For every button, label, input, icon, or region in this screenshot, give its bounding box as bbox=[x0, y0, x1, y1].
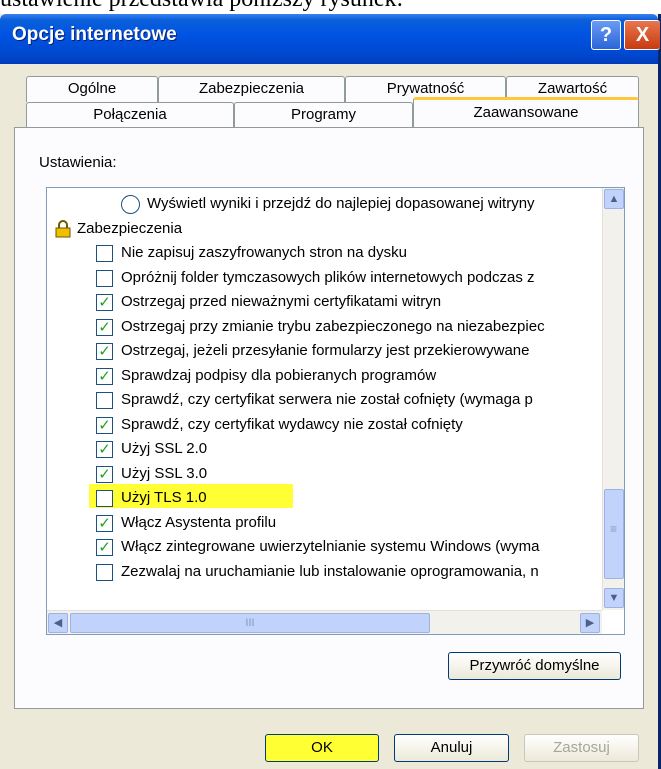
setting-checkbox-row[interactable]: ✓ Włącz Asystenta profilu bbox=[47, 510, 602, 536]
document-text: ustawienie przedstawia poniższy rysunek: bbox=[0, 0, 661, 12]
grip-icon: ≡ bbox=[610, 522, 618, 536]
setting-label: Zezwalaj na uruchamianie lub instalowani… bbox=[121, 562, 539, 580]
scroll-left-button[interactable]: ◀ bbox=[48, 613, 68, 633]
setting-checkbox-row[interactable]: ✓ Użyj SSL 3.0 bbox=[47, 461, 602, 487]
scroll-right-button[interactable]: ▶ bbox=[580, 613, 600, 633]
setting-group-header: Zabezpieczenia bbox=[47, 216, 602, 242]
setting-label: Opróżnij folder tymczasowych plików inte… bbox=[121, 268, 535, 286]
tab-programs[interactable]: Programy bbox=[234, 102, 413, 128]
radio-button[interactable] bbox=[121, 195, 140, 214]
setting-label: Sprawdź, czy certyfikat wydawcy nie zost… bbox=[121, 415, 463, 433]
internet-options-dialog: Opcje internetowe ? X Ogólne Zabezpiecze… bbox=[0, 14, 661, 769]
setting-label: Użyj TLS 1.0 bbox=[121, 489, 207, 506]
setting-label: Wyświetl wyniki i przejdź do najlepiej d… bbox=[147, 195, 535, 212]
close-button[interactable]: X bbox=[624, 20, 660, 50]
horizontal-scrollbar[interactable]: ◀ III ▶ bbox=[47, 610, 602, 634]
settings-list[interactable]: Wyświetl wyniki i przejdź do najlepiej d… bbox=[46, 187, 625, 635]
setting-checkbox-row[interactable]: Zezwalaj na uruchamianie lub instalowani… bbox=[47, 559, 602, 585]
help-button[interactable]: ? bbox=[591, 20, 621, 50]
setting-label: Sprawdzaj podpisy dla pobieranych progra… bbox=[121, 366, 437, 384]
setting-label: Użyj SSL 3.0 bbox=[121, 464, 208, 482]
scroll-down-button[interactable]: ▼ bbox=[604, 588, 624, 608]
setting-checkbox-row[interactable]: ✓ Ostrzegaj, jeżeli przesyłanie formularz… bbox=[47, 338, 602, 364]
checkbox-unchecked[interactable] bbox=[96, 269, 113, 287]
setting-checkbox-row[interactable]: ✓ Ostrzegaj przy zmianie trybu zabezpiecz… bbox=[47, 314, 602, 340]
tab-advanced[interactable]: Zaawansowane bbox=[413, 97, 639, 128]
window-title: Opcje internetowe bbox=[12, 24, 177, 45]
checkbox-unchecked[interactable] bbox=[96, 392, 113, 409]
checkbox-checked[interactable]: ✓ bbox=[96, 318, 113, 336]
setting-label: Użyj SSL 2.0 bbox=[121, 440, 208, 457]
checkbox-checked[interactable]: ✓ bbox=[96, 416, 113, 434]
checkbox-checked[interactable]: ✓ bbox=[96, 465, 113, 483]
setting-label: Włącz Asystenta profilu bbox=[121, 513, 277, 531]
setting-checkbox-row[interactable]: Opróżnij folder tymczasowych plików inte… bbox=[47, 265, 602, 291]
title-bar[interactable]: Opcje internetowe ? X bbox=[0, 14, 660, 64]
setting-label: Ostrzegaj przy zmianie trybu zabezpieczo… bbox=[121, 317, 545, 335]
checkbox-checked[interactable]: ✓ bbox=[96, 514, 113, 532]
setting-checkbox-row[interactable]: ✓ Włącz zintegrowane uwierzytelnianie sys… bbox=[47, 534, 602, 560]
setting-radio[interactable]: Wyświetl wyniki i przejdź do najlepiej d… bbox=[47, 191, 602, 217]
scroll-up-button[interactable]: ▲ bbox=[604, 189, 624, 209]
advanced-panel: Ustawienia: Wyświetl wyniki i przejdź do… bbox=[14, 127, 644, 709]
checkbox-checked[interactable]: ✓ bbox=[96, 294, 113, 311]
checkbox-unchecked[interactable] bbox=[96, 490, 113, 507]
tab-connections[interactable]: Połączenia bbox=[26, 102, 234, 128]
setting-label: Włącz zintegrowane uwierzytelnianie syst… bbox=[121, 538, 540, 555]
setting-checkbox-row[interactable]: Sprawdź, czy certyfikat serwera nie zost… bbox=[47, 387, 602, 413]
checkbox-unchecked[interactable] bbox=[96, 245, 113, 262]
setting-checkbox-row[interactable]: ✓ Sprawdzaj podpisy dla pobieranych progr… bbox=[47, 363, 602, 389]
vertical-scrollbar[interactable]: ▲ ≡ ▼ bbox=[602, 188, 624, 610]
setting-label: Nie zapisuj zaszyfrowanych stron na dysk… bbox=[121, 244, 407, 261]
ok-button[interactable]: OK bbox=[265, 734, 379, 762]
setting-label: Ostrzegaj przed nieważnymi certyfikatami… bbox=[121, 293, 442, 310]
restore-defaults-button[interactable]: Przywróć domyślne bbox=[448, 652, 621, 680]
setting-checkbox-row[interactable]: Nie zapisuj zaszyfrowanych stron na dysk… bbox=[47, 240, 602, 266]
horizontal-scroll-thumb[interactable]: III bbox=[70, 613, 430, 633]
settings-list-content: Wyświetl wyniki i przejdź do najlepiej d… bbox=[47, 188, 602, 610]
setting-checkbox-row[interactable]: ✓ Ostrzegaj przed nieważnymi certyfikatam… bbox=[47, 289, 602, 315]
lock-icon bbox=[55, 219, 71, 237]
apply-button: Zastosuj bbox=[524, 734, 639, 762]
group-label: Zabezpieczenia bbox=[77, 219, 183, 237]
scroll-thumb[interactable]: ≡ bbox=[604, 489, 624, 579]
checkbox-checked[interactable]: ✓ bbox=[96, 367, 113, 385]
setting-label: Sprawdź, czy certyfikat serwera nie zost… bbox=[121, 391, 533, 408]
checkbox-checked[interactable]: ✓ bbox=[96, 539, 113, 556]
settings-label: Ustawienia: bbox=[39, 154, 117, 171]
checkbox-unchecked[interactable] bbox=[96, 563, 113, 581]
checkbox-checked[interactable]: ✓ bbox=[96, 441, 113, 458]
setting-checkbox-row[interactable]: ✓ Użyj SSL 2.0 bbox=[47, 436, 602, 462]
checkbox-checked[interactable]: ✓ bbox=[96, 343, 113, 360]
setting-checkbox-row[interactable]: ✓ Sprawdź, czy certyfikat wydawcy nie zos… bbox=[47, 412, 602, 438]
tab-general[interactable]: Ogólne bbox=[26, 76, 158, 102]
cancel-button[interactable]: Anuluj bbox=[394, 734, 509, 762]
setting-label: Ostrzegaj, jeżeli przesyłanie formularzy… bbox=[121, 342, 530, 359]
tab-security[interactable]: Zabezpieczenia bbox=[158, 76, 345, 102]
setting-checkbox-row[interactable]: Użyj TLS 1.0 bbox=[47, 485, 602, 511]
